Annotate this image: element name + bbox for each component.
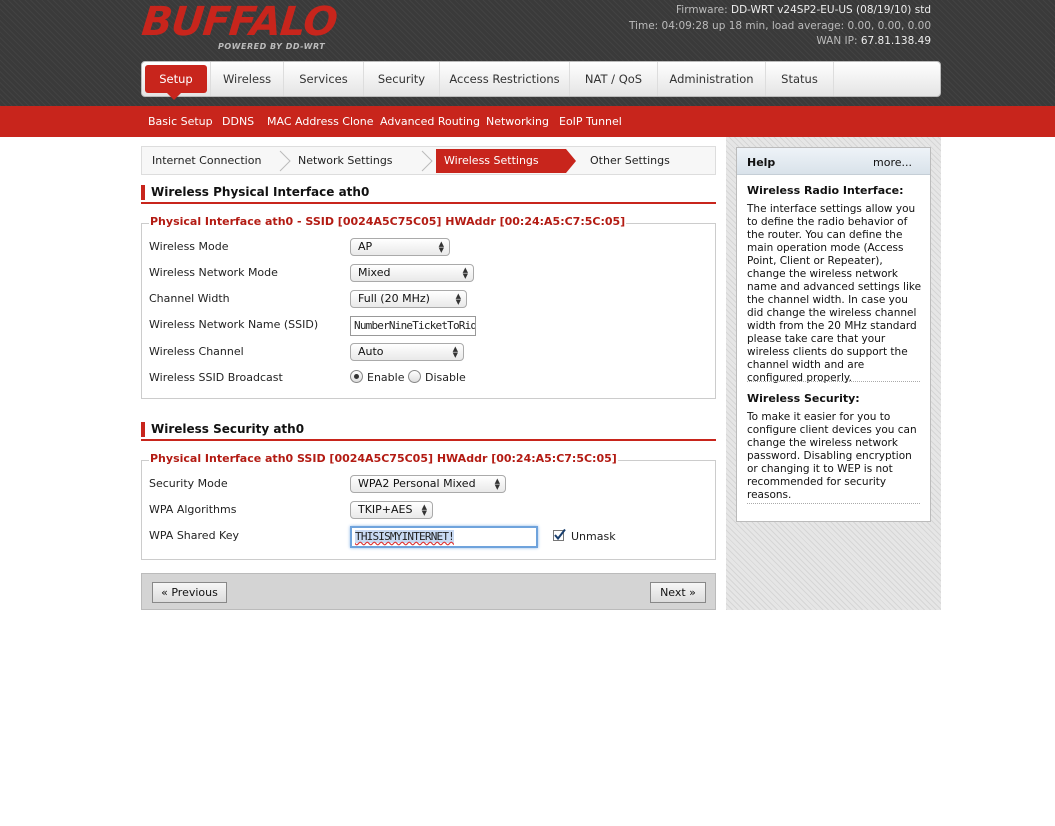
time-value: 04:09:28 up 18 min, load average: 0.00, … [661,19,931,32]
wireless-security-fieldset: Physical Interface ath0 SSID [0024A5C75C… [141,452,716,560]
firmware-value: DD-WRT v24SP2-EU-US (08/19/10) std [731,4,931,16]
ssid-broadcast-disable-radio[interactable] [408,370,421,383]
main-tab-label: Setup [145,65,207,93]
unmask-checkbox[interactable] [553,528,567,542]
help-divider [747,503,920,504]
subnav-networking[interactable]: Networking [486,106,549,137]
wizard-step-wireless-settings[interactable]: Wireless Settings [444,147,539,174]
wireless-channel-select[interactable]: Auto ▲ ▼ [350,343,464,361]
subnav-eoip-tunnel[interactable]: EoIP Tunnel [559,106,622,137]
network-mode-label: Wireless Network Mode [149,266,278,279]
channel-width-label: Channel Width [149,292,230,305]
select-arrows-icon: ▲ ▼ [438,240,444,254]
ssid-broadcast-enable-radio[interactable] [350,370,363,383]
brand-tagline: POWERED BY DD-WRT [218,42,326,51]
wireless-mode-select[interactable]: AP ▲ ▼ [350,238,450,256]
security-mode-label: Security Mode [149,477,228,490]
wpa-shared-key-value: THISISMYINTERNET! [355,530,455,543]
wireless-mode-value: AP [358,240,373,253]
unmask-label: Unmask [571,530,616,543]
time-label: Time: [628,19,659,32]
wpa-shared-key-input[interactable]: THISISMYINTERNET! [350,526,538,548]
ssid-input[interactable]: NumberNineTicketToRide [350,316,476,336]
sub-nav: Basic Setup DDNS MAC Address Clone Advan… [0,106,1055,137]
wizard-step-other-settings[interactable]: Other Settings [590,147,670,174]
wireless-channel-label: Wireless Channel [149,345,244,358]
fieldset-legend: Physical Interface ath0 - SSID [0024A5C7… [149,215,627,228]
main-tab-security[interactable]: Security [364,62,440,96]
select-arrows-icon: ▲ ▼ [462,266,468,280]
header: BUFFALO POWERED BY DD-WRT Firmware: DD-W… [0,0,1055,106]
section-title-text: Wireless Security ath0 [151,422,305,436]
subnav-advanced-routing[interactable]: Advanced Routing [380,106,480,137]
section-marker [141,422,145,437]
network-mode-select[interactable]: Mixed ▲ ▼ [350,264,474,282]
system-info: Firmware: DD-WRT v24SP2-EU-US (08/19/10)… [629,3,931,50]
help-title: Help [747,156,776,169]
help-box: Help more... Wireless Radio Interface: T… [736,147,931,522]
main-tab-status[interactable]: Status [766,62,834,96]
active-tab-pointer [167,93,181,100]
main-tab-access-restrictions[interactable]: Access Restrictions [440,62,570,96]
previous-button[interactable]: « Previous [152,582,227,603]
setup-wizard-steps: Internet Connection Network Settings Wir… [141,146,716,175]
section-title-wireless-security: Wireless Security ath0 [141,422,716,441]
wizard-step-network-settings[interactable]: Network Settings [298,147,393,174]
main-tab-administration[interactable]: Administration [658,62,766,96]
buffalo-logo[interactable]: BUFFALO POWERED BY DD-WRT [139,0,339,51]
wpa-shared-key-label: WPA Shared Key [149,529,239,542]
wireless-channel-value: Auto [358,345,384,358]
firmware-label: Firmware: [676,4,728,16]
select-arrows-icon: ▲ ▼ [455,292,461,306]
select-arrows-icon: ▲ ▼ [421,503,427,517]
help-divider [747,381,920,382]
security-mode-select[interactable]: WPA2 Personal Mixed ▲ ▼ [350,475,506,493]
enable-label: Enable [367,371,405,384]
help-sidebar: Help more... Wireless Radio Interface: T… [726,137,941,610]
brand-name: BUFFALO [139,0,339,45]
help-header: Help more... [737,148,930,175]
section-title-physical-interface: Wireless Physical Interface ath0 [141,185,716,204]
section-title-text: Wireless Physical Interface ath0 [151,185,370,199]
physical-interface-fieldset: Physical Interface ath0 - SSID [0024A5C7… [141,215,716,399]
section-marker [141,185,145,200]
wizard-button-bar: « Previous Next » [141,573,716,610]
next-button[interactable]: Next » [650,582,706,603]
help-heading-security: Wireless Security: [747,392,860,405]
wizard-step-internet-connection[interactable]: Internet Connection [152,147,261,174]
fieldset-legend: Physical Interface ath0 SSID [0024A5C75C… [149,452,618,465]
subnav-basic-setup[interactable]: Basic Setup [148,106,213,137]
network-mode-value: Mixed [358,266,391,279]
subnav-mac-address-clone[interactable]: MAC Address Clone [267,106,374,137]
main-tab-services[interactable]: Services [284,62,364,96]
channel-width-select[interactable]: Full (20 MHz) ▲ ▼ [350,290,467,308]
main-tab-setup[interactable]: Setup [142,62,210,100]
channel-width-value: Full (20 MHz) [358,292,430,305]
help-heading-radio: Wireless Radio Interface: [747,184,904,197]
select-arrows-icon: ▲ ▼ [452,345,458,359]
wpa-algorithms-value: TKIP+AES [358,503,413,516]
help-text-radio: The interface settings allow you to defi… [747,203,922,384]
ssid-broadcast-label: Wireless SSID Broadcast [149,371,283,384]
wan-ip-value: 67.81.138.49 [860,35,931,47]
main-tab-nat-qos[interactable]: NAT / QoS [570,62,658,96]
wireless-mode-label: Wireless Mode [149,240,229,253]
step-separator-icon [279,150,291,172]
wpa-algorithms-label: WPA Algorithms [149,503,237,516]
help-more-link[interactable]: more... [873,148,912,177]
help-text-security: To make it easier for you to configure c… [747,411,917,501]
step-separator-icon [421,150,433,172]
security-mode-value: WPA2 Personal Mixed [358,477,476,490]
wpa-algorithms-select[interactable]: TKIP+AES ▲ ▼ [350,501,433,519]
main-tab-wireless[interactable]: Wireless [210,62,284,96]
disable-label: Disable [425,371,466,384]
subnav-ddns[interactable]: DDNS [222,106,254,137]
select-arrows-icon: ▲ ▼ [494,477,500,491]
ssid-label: Wireless Network Name (SSID) [149,318,319,331]
main-nav: Setup Wireless Services Security Access … [141,61,941,100]
wan-ip-label: WAN IP: [816,35,858,47]
